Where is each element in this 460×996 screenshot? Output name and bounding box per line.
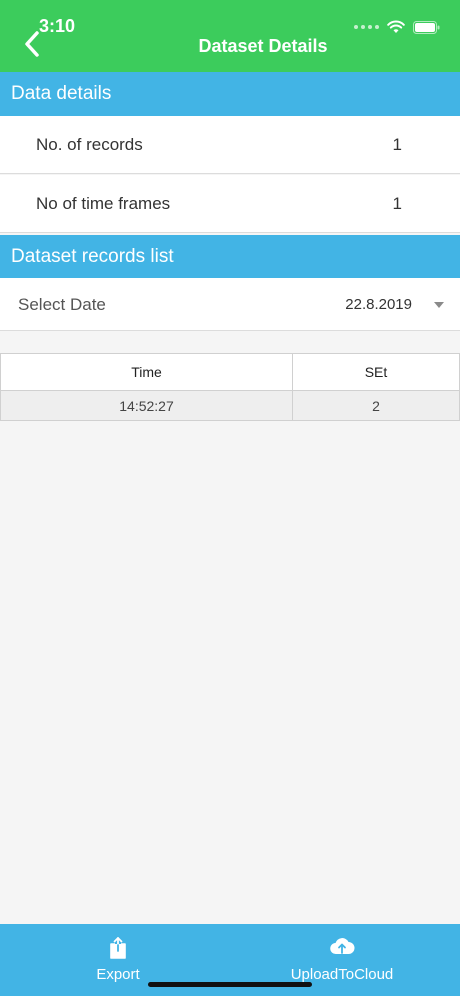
status-icons — [354, 18, 440, 36]
select-date-dropdown[interactable]: Select Date 22.8.2019 — [0, 278, 460, 331]
signal-icon — [354, 25, 379, 29]
wifi-icon — [387, 20, 405, 33]
time-frames-label: No of time frames — [36, 194, 171, 213]
share-upload-icon — [110, 937, 126, 959]
column-header-set: SEt — [292, 353, 460, 391]
page-title: Dataset Details — [198, 36, 328, 56]
select-date-label: Select Date — [18, 295, 106, 314]
export-label: Export — [96, 966, 140, 983]
caret-down-icon — [434, 302, 444, 308]
time-frames-row: No of time frames 1 — [0, 175, 460, 233]
time-frames-value: 1 — [392, 194, 402, 213]
top-bar: 3:10 Dataset Details — [0, 0, 460, 72]
records-table: Time SEt 14:52:27 2 — [0, 353, 460, 421]
records-count-label: No. of records — [36, 135, 143, 154]
table-header-row: Time SEt — [0, 353, 460, 391]
cloud-upload-icon — [330, 938, 355, 955]
records-count-value: 1 — [392, 135, 402, 154]
table-row[interactable]: 14:52:27 2 — [0, 390, 460, 421]
records-count-row: No. of records 1 — [0, 116, 460, 174]
data-details-header: Data details — [0, 72, 460, 116]
records-list-header: Dataset records list — [0, 235, 460, 279]
battery-icon — [413, 20, 440, 34]
upload-to-cloud-label: UploadToCloud — [290, 966, 394, 983]
home-indicator[interactable] — [148, 982, 312, 987]
column-header-time: Time — [0, 353, 293, 391]
selected-date-value: 22.8.2019 — [345, 296, 412, 313]
table-cell-set: 2 — [292, 390, 460, 421]
table-cell-time: 14:52:27 — [0, 390, 293, 421]
